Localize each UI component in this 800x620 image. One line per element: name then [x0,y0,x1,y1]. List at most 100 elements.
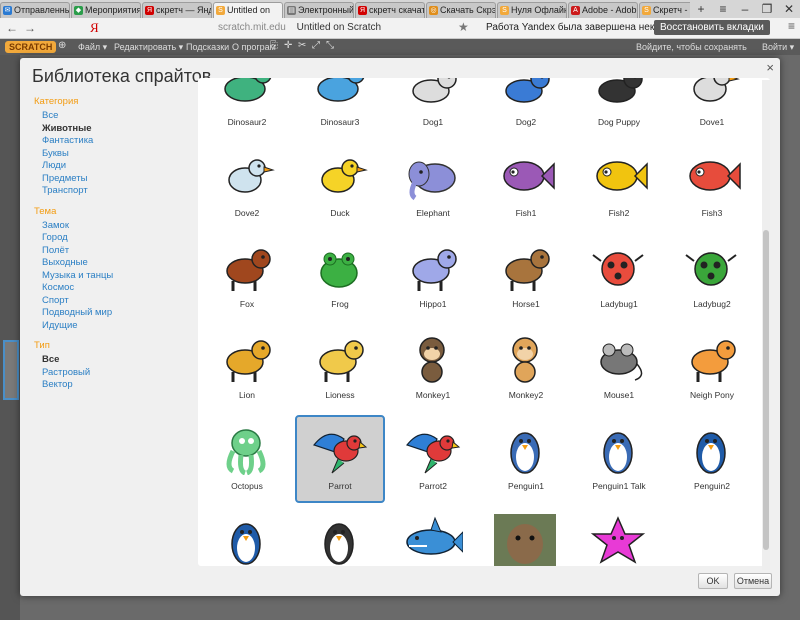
sprite-tile[interactable]: Fox [202,233,292,321]
grow-tool-icon[interactable]: ⤢ [312,40,320,51]
theme-filter-item[interactable]: Музыка и танцы [34,270,194,283]
sprite-tile[interactable]: Fish1 [481,142,571,230]
browser-menu-icon[interactable]: ≡ [788,19,795,33]
theme-filter-item[interactable]: Замок [34,220,194,233]
sprite-tile[interactable]: Dove2 [202,142,292,230]
browser-tab[interactable]: ◆ Мероприятия [71,2,141,18]
sprite-tile[interactable]: Penguin1 Talk [574,415,664,503]
minimize-icon[interactable]: – [734,0,756,18]
sprite-tile[interactable]: Monkey2 [481,324,571,412]
theme-filter-item[interactable]: Выходные [34,257,194,270]
theme-filter-item[interactable]: Полёт [34,245,194,258]
sprite-thumbnail-icon [600,343,643,381]
scratch-logo[interactable]: SCRATCH [5,41,57,53]
move-tool-icon[interactable]: ✛ [284,40,292,51]
sprite-tile[interactable]: Octopus [202,415,292,503]
sprite-tile[interactable]: Parrot [295,415,385,503]
sprite-tile[interactable]: Dove1 [667,78,757,139]
category-filter-item[interactable]: Животные [34,123,194,136]
url-field[interactable]: scratch.mit.edu Untitled on Scratch [218,22,381,33]
category-filter-item[interactable]: Буквы [34,148,194,161]
category-filter-item[interactable]: Транспорт [34,185,194,198]
sprite-tile[interactable]: Starfish [574,506,664,566]
browser-tab[interactable]: ◎ Скачать Скрэт [426,2,496,18]
sprite-thumbnail-icon [412,249,457,291]
browser-tab[interactable]: ▤ Электронный [284,2,354,18]
shrink-tool-icon[interactable]: ⤡ [326,40,334,51]
sprite-grid-scrollbar[interactable] [762,80,770,570]
sprite-name: Dog Puppy [597,117,641,127]
sprite-tile[interactable]: Lioness [295,324,385,412]
sprite-tile[interactable]: Dinosaur2 [202,78,292,139]
sprite-tile[interactable]: Duck [295,142,385,230]
sprite-name: Ladybug2 [693,299,731,309]
restore-window-icon[interactable]: ❐ [756,0,778,18]
category-filter-item[interactable]: Все [34,110,194,123]
cancel-button[interactable]: Отмена [734,573,772,589]
browser-tab[interactable]: A Adobe - Adob [568,2,638,18]
sprite-tile[interactable]: Dog Puppy [574,78,664,139]
theme-filter-item[interactable]: Город [34,232,194,245]
delete-tool-icon[interactable]: ✂ [298,40,306,51]
sprite-name: Hippo1 [419,299,447,309]
ok-button[interactable]: OK [698,573,728,589]
sprite-tile[interactable]: Squirrel [481,506,571,566]
browser-tab[interactable]: Яскретч скачат [355,2,425,18]
bookmark-star-icon[interactable]: ★ [458,20,469,34]
scrollbar-thumb[interactable] [763,230,769,550]
sprite-tile[interactable]: Elephant [388,142,478,230]
type-filter-item[interactable]: Растровый [34,367,194,380]
browser-tab[interactable]: S Нуля Офлайн [497,2,567,18]
sprite-tile[interactable]: Parrot2 [388,415,478,503]
edit-menu[interactable]: Редактировать ▾ [114,42,183,53]
tips-menu[interactable]: Подсказки [186,42,229,52]
sprite-tile[interactable]: Horse1 [481,233,571,321]
theme-filter-item[interactable]: Подводный мир [34,307,194,320]
browser-tab[interactable]: ✉Отправленные [0,2,70,18]
theme-filter-item[interactable]: Космос [34,282,194,295]
category-filter-item[interactable]: Предметы [34,173,194,186]
sprite-tile[interactable]: Penguin3 [295,506,385,566]
sprite-tile[interactable]: Penguin1 [481,415,571,503]
sprite-tile[interactable]: Ladybug2 [667,233,757,321]
close-icon[interactable]: × [766,60,774,75]
sign-in-menu[interactable]: Войти ▾ [762,42,794,53]
sprite-tile[interactable]: Fish2 [574,142,664,230]
login-to-save-link[interactable]: Войдите, чтобы сохранять [636,42,747,52]
sprite-tile[interactable]: Shark [388,506,478,566]
sprite-tile[interactable]: Hippo1 [388,233,478,321]
duplicate-tool-icon[interactable]: ⎘ [270,40,278,51]
sprite-tile[interactable]: Lion [202,324,292,412]
sprite-tile[interactable]: Frog [295,233,385,321]
theme-filter-item[interactable]: Спорт [34,295,194,308]
sprite-tile[interactable]: Penguin2 Talk [202,506,292,566]
forward-arrow-icon[interactable]: → [24,21,36,35]
close-window-icon[interactable]: ✕ [778,0,800,18]
sprite-name: Fish3 [701,208,723,218]
category-filter-item[interactable]: Люди [34,160,194,173]
sprite-tile[interactable]: Neigh Pony [667,324,757,412]
type-filter-item[interactable]: Все [34,354,194,367]
restore-tabs-button[interactable]: Восстановить вкладки [654,20,770,35]
new-tab-icon[interactable]: + [690,0,712,18]
back-arrow-icon[interactable]: ← [6,21,18,35]
sprite-tile[interactable]: Mouse1 [574,324,664,412]
sprite-tile[interactable]: Fish3 [667,142,757,230]
sprite-tile[interactable]: Dinosaur3 [295,78,385,139]
yandex-logo-icon[interactable]: Я [90,20,99,36]
sprite-tile[interactable]: Dog2 [481,78,571,139]
selected-sprite-thumb[interactable] [3,340,19,400]
type-filter-item[interactable]: Вектор [34,379,194,392]
sprite-thumbnail-icon [408,161,456,201]
language-globe-icon[interactable]: ⊕ [58,40,66,51]
file-menu[interactable]: Файл ▾ [78,42,107,53]
theme-filter-item[interactable]: Идущие [34,320,194,333]
sprite-tile[interactable]: Penguin2 [667,415,757,503]
browser-tab[interactable]: Яскретч — Янд [142,2,212,18]
category-filter-item[interactable]: Фантастика [34,135,194,148]
sprite-tile[interactable]: Monkey1 [388,324,478,412]
sprite-tile[interactable]: Dog1 [388,78,478,139]
tab-list-icon[interactable]: ≡ [712,0,734,18]
sprite-tile[interactable]: Ladybug1 [574,233,664,321]
browser-tab[interactable]: S Untitled on [213,2,283,18]
